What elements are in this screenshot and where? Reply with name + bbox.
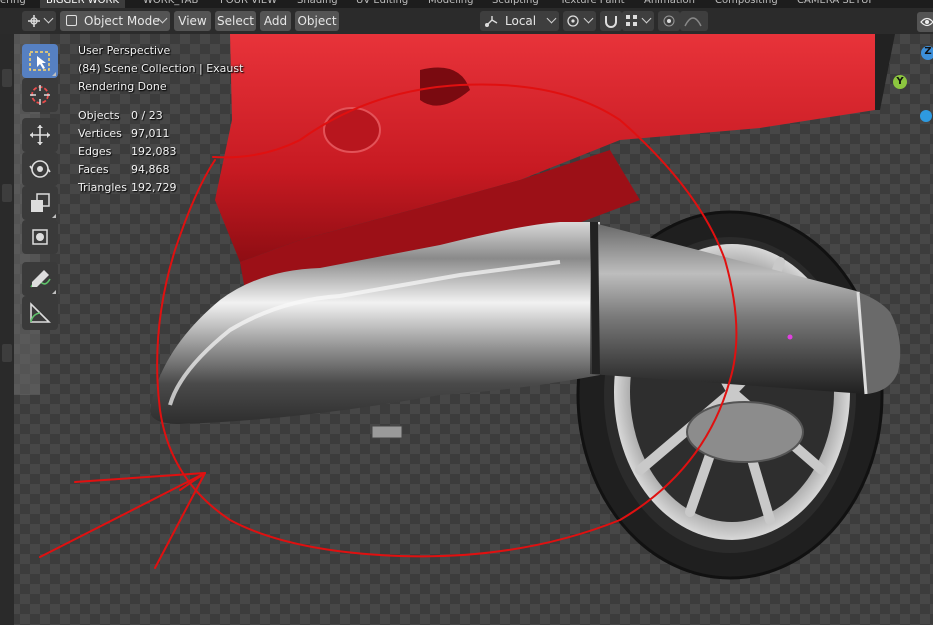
scale-icon xyxy=(31,193,50,212)
cursor-icon xyxy=(30,85,50,105)
rotate-icon xyxy=(29,160,51,178)
scale-tool[interactable] xyxy=(22,186,58,220)
magnet-icon xyxy=(605,16,617,28)
workspace-tab-bigger-work[interactable]: BIGGER WORK xyxy=(40,0,126,8)
falloff-curve-icon xyxy=(684,17,702,27)
render-scene xyxy=(14,34,901,580)
workspace-tab-shading[interactable]: Shading xyxy=(297,0,338,8)
mode-dropdown[interactable]: Object Mode xyxy=(60,11,170,31)
workspace-tab-animation[interactable]: Animation xyxy=(644,0,695,8)
workspace-tab-camera-setup[interactable]: CAMERA SETUP xyxy=(797,0,874,8)
stat-vertices-label: Vertices xyxy=(78,127,122,140)
rotate-tool[interactable] xyxy=(22,152,58,186)
orientation-label: Local xyxy=(505,14,537,28)
stat-faces-value: 94,868 xyxy=(131,163,170,176)
snap-element-dropdown[interactable] xyxy=(622,11,654,31)
gizmo-y-axis[interactable]: Y xyxy=(893,75,907,89)
annotate-tool[interactable] xyxy=(22,262,58,296)
proportional-edit-icon xyxy=(663,15,675,27)
stat-edges-label: Edges xyxy=(78,145,112,158)
region-toggle[interactable] xyxy=(2,69,12,87)
move-tool[interactable] xyxy=(22,118,58,152)
region-toggle[interactable] xyxy=(2,184,12,202)
cursor-tool[interactable] xyxy=(22,78,58,112)
workspace-tab-compositing[interactable]: Compositing xyxy=(715,0,778,8)
gizmo-z-axis[interactable]: Z xyxy=(921,46,933,60)
workspace-tab-modeling[interactable]: Modeling xyxy=(428,0,474,8)
transform-tool[interactable] xyxy=(22,220,58,254)
grid-snap-icon xyxy=(626,15,637,26)
stat-objects-value: 0 / 23 xyxy=(131,109,163,122)
measure-tool[interactable] xyxy=(22,296,58,330)
workspace-tab-texture-paint[interactable]: Texture Paint xyxy=(560,0,625,8)
menu-object[interactable]: Object xyxy=(295,11,339,31)
stat-triangles-value: 192,729 xyxy=(131,181,177,194)
stat-triangles-label: Triangles xyxy=(78,181,127,194)
stat-edges-value: 192,083 xyxy=(131,145,177,158)
eye-icon xyxy=(920,17,933,27)
active-collection-label: (84) Scene Collection | Exaust xyxy=(78,62,244,75)
snap-toggle[interactable] xyxy=(600,11,622,31)
viewport-overlays-toggle[interactable] xyxy=(917,12,933,32)
pivot-point-dropdown[interactable] xyxy=(563,11,596,31)
proportional-falloff-dropdown[interactable] xyxy=(680,11,708,31)
region-toggle[interactable] xyxy=(2,344,12,362)
workspace-tab-sculpting[interactable]: Sculpting xyxy=(492,0,539,8)
workspace-tab-uv-editing[interactable]: UV Editing xyxy=(356,0,408,8)
select-box-icon xyxy=(29,51,50,71)
proportional-editing-toggle[interactable] xyxy=(658,11,680,31)
3d-viewport[interactable]: Z Y xyxy=(0,34,933,625)
workspace-tab-four-view[interactable]: FOUR VIEW xyxy=(220,0,277,8)
menu-add[interactable]: Add xyxy=(260,11,291,31)
orientation-icon xyxy=(485,16,498,27)
chevron-down-icon xyxy=(583,13,594,24)
stat-faces-label: Faces xyxy=(78,163,109,176)
workspace-tabs: ering BIGGER WORK WORK_TAB FOUR VIEW Sha… xyxy=(0,0,933,8)
menu-select[interactable]: Select xyxy=(215,11,256,31)
annotate-pencil-icon xyxy=(30,270,51,288)
pivot-icon xyxy=(567,15,579,27)
move-icon xyxy=(30,125,50,145)
gizmo-negative-z-axis[interactable] xyxy=(920,110,932,122)
chevron-down-icon xyxy=(43,13,54,24)
select-box-tool[interactable] xyxy=(22,44,58,78)
measure-ruler-icon xyxy=(30,302,51,323)
editor-type-dropdown[interactable] xyxy=(22,11,56,31)
workspace-tab-rendering[interactable]: ering xyxy=(0,0,26,8)
stat-objects-label: Objects xyxy=(78,109,120,122)
transform-editor-icon xyxy=(28,15,40,27)
chevron-down-icon xyxy=(546,13,557,24)
transform-icon xyxy=(32,229,48,245)
view-perspective-label: User Perspective xyxy=(78,44,171,57)
render-status-label: Rendering Done xyxy=(78,80,167,93)
chevron-down-icon xyxy=(641,13,652,24)
workspace-tab-work-tab[interactable]: WORK_TAB xyxy=(143,0,198,8)
left-region-edge xyxy=(0,34,14,625)
mode-label: Object Mode xyxy=(84,14,160,28)
object-mode-icon xyxy=(66,15,77,26)
stat-vertices-value: 97,011 xyxy=(131,127,170,140)
transform-orientation-dropdown[interactable]: Local xyxy=(480,11,559,31)
menu-view[interactable]: View xyxy=(174,11,211,31)
viewport-header: Object Mode View Select Add Object Local xyxy=(0,8,933,34)
